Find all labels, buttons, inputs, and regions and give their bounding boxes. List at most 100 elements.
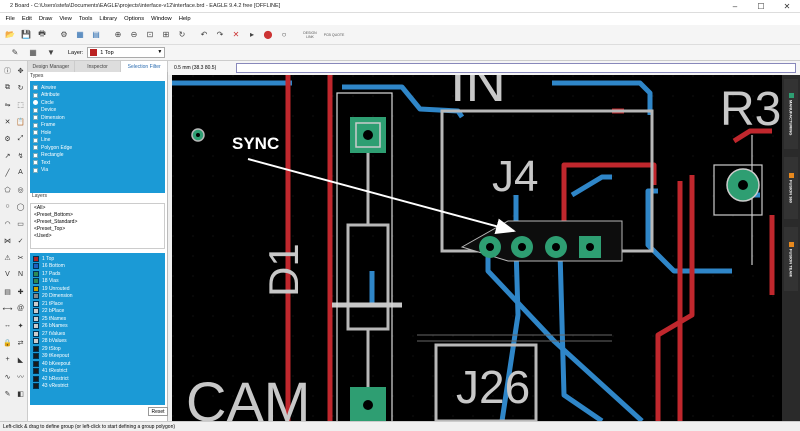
type-filter-item[interactable]: Attribute	[30, 92, 165, 100]
arc-icon[interactable]: ◠	[2, 218, 13, 229]
zoom-fit-icon[interactable]: ⊡	[143, 28, 157, 42]
menu-library[interactable]: Library	[96, 16, 121, 22]
layer-item[interactable]: 16 Bottom	[30, 263, 165, 271]
smash-icon[interactable]: ✂	[15, 252, 26, 263]
menu-options[interactable]: Options	[121, 16, 148, 22]
board-switch-icon[interactable]: ▤	[89, 28, 103, 42]
layer-item[interactable]: 19 Unrouted	[30, 285, 165, 293]
ratsnest-icon[interactable]: ⋈	[2, 235, 13, 246]
zoom-in-icon[interactable]: ⊕	[111, 28, 125, 42]
text-icon[interactable]: A	[15, 167, 26, 178]
route-icon[interactable]: ↗	[2, 150, 13, 161]
minimize-button[interactable]: –	[722, 0, 748, 13]
redo-icon[interactable]: ↷	[213, 28, 227, 42]
split-icon[interactable]: ⤢	[15, 133, 26, 144]
cam-icon[interactable]: ⚙	[57, 28, 71, 42]
layer-item[interactable]: 22 bPlace	[30, 308, 165, 316]
cancel-icon[interactable]: ✕	[229, 28, 243, 42]
menu-tools[interactable]: Tools	[75, 16, 96, 22]
type-filter-item[interactable]: Airwire	[30, 84, 165, 92]
lock-icon[interactable]: 🔒	[2, 337, 13, 348]
menu-window[interactable]: Window	[148, 16, 176, 22]
via-icon[interactable]: ◎	[15, 184, 26, 195]
layer-select[interactable]: 1 Top ▼	[87, 47, 166, 58]
layer-item[interactable]: 1 Top	[30, 255, 165, 263]
print-icon[interactable]: 🖶	[35, 28, 49, 42]
menu-draw[interactable]: Draw	[35, 16, 56, 22]
circle-icon[interactable]: ◯	[15, 201, 26, 212]
type-filter-item[interactable]: Line	[30, 137, 165, 145]
signal-icon[interactable]: ∿	[2, 371, 13, 382]
type-filter-item[interactable]: Text	[30, 159, 165, 167]
miter-icon[interactable]: ◣	[15, 354, 26, 365]
layer-item[interactable]: 27 tValues	[30, 330, 165, 338]
type-filter-item[interactable]: Polygon Edge	[30, 144, 165, 152]
preset-item[interactable]: <Preset_Bottom>	[31, 211, 164, 218]
open-icon[interactable]: 📂	[3, 28, 17, 42]
save-icon[interactable]: 💾	[19, 28, 33, 42]
copy-icon[interactable]: ⧉	[2, 82, 13, 93]
fusion-360-tab[interactable]: FUSION 360	[784, 157, 798, 219]
layer-item[interactable]: 42 bRestrict	[30, 375, 165, 383]
type-filter-item[interactable]: Rectangle	[30, 152, 165, 160]
layer-item[interactable]: 28 bValues	[30, 338, 165, 346]
pcb-quote-button[interactable]: PCB QUOTE	[323, 28, 345, 42]
menu-help[interactable]: Help	[175, 16, 194, 22]
fusion-team-tab[interactable]: FUSION TEAM	[784, 227, 798, 291]
preset-item[interactable]: <All>	[31, 204, 164, 211]
type-filter-item[interactable]: Frame	[30, 122, 165, 130]
reset-button[interactable]: Reset	[148, 407, 168, 416]
manufacturing-tab[interactable]: MANUFACTURING	[784, 79, 798, 149]
layer-item[interactable]: 39 tKeepout	[30, 353, 165, 361]
stop-icon[interactable]: ⬤	[261, 28, 275, 42]
display-icon[interactable]: ◧	[15, 388, 26, 399]
preset-item[interactable]: <Preset_Top>	[31, 225, 164, 232]
tab-design-manager[interactable]: Design Manager	[28, 61, 75, 72]
preset-item[interactable]: <Used>	[31, 232, 164, 239]
type-filter-item[interactable]: Device	[30, 107, 165, 115]
layer-item[interactable]: 17 Pads	[30, 270, 165, 278]
change-icon[interactable]: ✎	[2, 388, 13, 399]
close-button[interactable]: ✕	[774, 0, 800, 13]
command-input[interactable]	[236, 63, 796, 73]
properties-icon[interactable]: ⚙	[2, 133, 13, 144]
layer-item[interactable]: 41 tRestrict	[30, 368, 165, 376]
zoom-select-icon[interactable]: ⊞	[159, 28, 173, 42]
layer-item[interactable]: 20 Dimension	[30, 293, 165, 301]
paste-icon[interactable]: 📋	[15, 116, 26, 127]
layer-item[interactable]: 29 tStop	[30, 345, 165, 353]
optimize-icon[interactable]: ✦	[15, 320, 26, 331]
filter-icon[interactable]: ▼	[44, 46, 58, 60]
layer-item[interactable]: 21 tPlace	[30, 300, 165, 308]
redraw-icon[interactable]: ↻	[175, 28, 189, 42]
maximize-button[interactable]: ☐	[748, 0, 774, 13]
attribute-icon[interactable]: @	[15, 303, 26, 314]
rect-icon[interactable]: ▭	[15, 218, 26, 229]
polygon-icon[interactable]: ⬠	[2, 184, 13, 195]
measure-icon[interactable]: ⟷	[2, 303, 13, 314]
grid-icon[interactable]: ▦	[26, 46, 40, 60]
add-icon[interactable]: +	[2, 354, 13, 365]
zoom-out-icon[interactable]: ⊖	[127, 28, 141, 42]
layer-item[interactable]: 43 vRestrict	[30, 383, 165, 391]
delete-icon[interactable]: ✕	[2, 116, 13, 127]
layer-item[interactable]: 18 Vias	[30, 278, 165, 286]
type-filter-item[interactable]: Hole	[30, 129, 165, 137]
ripup-icon[interactable]: ↯	[15, 150, 26, 161]
dimension-icon[interactable]: ↔	[2, 320, 13, 331]
group-icon[interactable]: ⬚	[15, 99, 26, 110]
tab-selection-filter[interactable]: Selection Filter	[121, 61, 169, 72]
move-icon[interactable]: ✥	[15, 65, 26, 76]
preset-item[interactable]: <Preset_Standard>	[31, 218, 164, 225]
mark-icon[interactable]: ✚	[15, 286, 26, 297]
pen-icon[interactable]: ✎	[8, 46, 22, 60]
hole-icon[interactable]: ○	[2, 201, 13, 212]
menu-edit[interactable]: Edit	[18, 16, 35, 22]
wire-icon[interactable]: ╱	[2, 167, 13, 178]
go-icon[interactable]: ▸	[245, 28, 259, 42]
layer-item[interactable]: 40 bKeepout	[30, 360, 165, 368]
replace-icon[interactable]: ⇄	[15, 337, 26, 348]
undo-icon[interactable]: ↶	[197, 28, 211, 42]
layer-item[interactable]: 26 bNames	[30, 323, 165, 331]
type-filter-item[interactable]: Via	[30, 167, 165, 175]
